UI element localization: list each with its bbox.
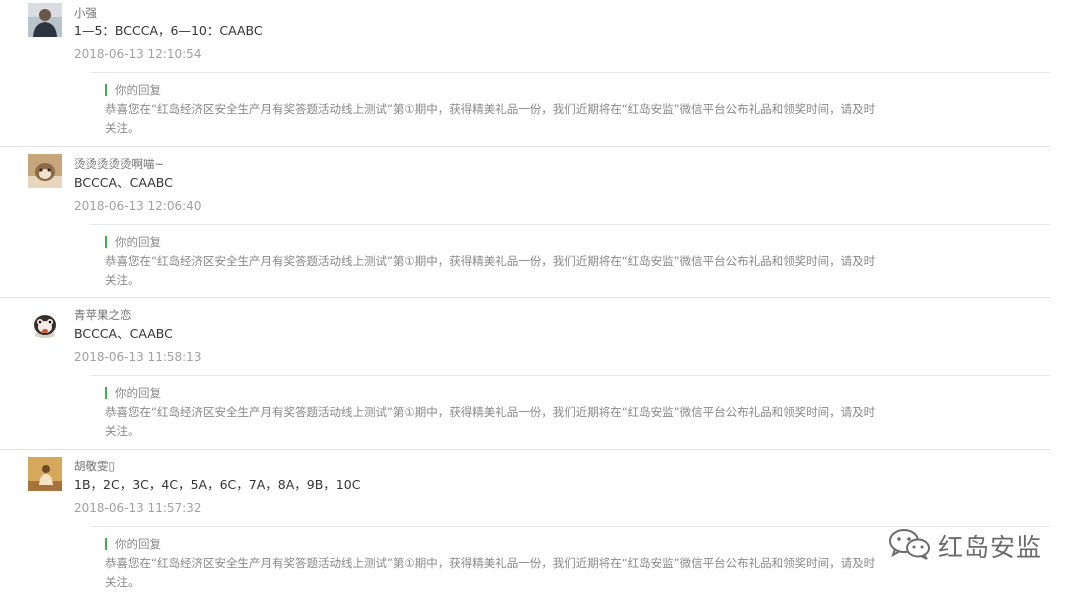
reply-text: 恭喜您在“红岛经济区安全生产月有奖答题活动线上测试”第①期中，获得精美礼品一份，… xyxy=(105,556,876,589)
wechat-icon xyxy=(888,527,932,565)
comment-nickname: 小强 xyxy=(74,6,97,20)
divider xyxy=(90,72,1050,73)
avatar[interactable] xyxy=(28,3,62,37)
reply-text: 恭喜您在“红岛经济区安全生产月有奖答题活动线上测试”第①期中，获得精美礼品一份，… xyxy=(105,405,876,438)
divider xyxy=(90,224,1050,225)
comment-time: 2018-06-13 11:58:13 xyxy=(74,350,202,364)
comment-content: BCCCA、CAABC xyxy=(74,175,173,190)
comment-nickname: 胡敬雯▯ xyxy=(74,459,115,473)
comment-divider xyxy=(0,146,1050,147)
reply-text: 恭喜您在“红岛经济区安全生产月有奖答题活动线上测试”第①期中，获得精美礼品一份，… xyxy=(105,102,876,135)
comment-divider xyxy=(0,449,1050,450)
avatar[interactable] xyxy=(28,306,62,340)
comment-content: 1B，2C，3C，4C，5A，6C，7A，8A，9B，10C xyxy=(74,477,361,492)
reply-indicator xyxy=(105,84,107,96)
reply-indicator xyxy=(105,387,107,399)
reply-label: 你的回复 xyxy=(115,83,161,97)
comment-content: BCCCA、CAABC xyxy=(74,326,173,341)
comment-nickname: 烫烫烫烫烫啊喵~ xyxy=(74,157,165,171)
comment-time: 2018-06-13 12:06:40 xyxy=(74,199,202,213)
watermark-text: 红岛安监 xyxy=(938,533,1043,562)
reply-text: 恭喜您在“红岛经济区安全生产月有奖答题活动线上测试”第①期中，获得精美礼品一份，… xyxy=(105,254,876,287)
avatar[interactable] xyxy=(28,457,62,491)
comment-nickname: 青苹果之恋 xyxy=(74,308,132,322)
divider xyxy=(90,375,1050,376)
comment-divider xyxy=(0,297,1050,298)
watermark: 红岛安监 xyxy=(888,526,1042,566)
reply-indicator xyxy=(105,538,107,550)
avatar[interactable] xyxy=(28,154,62,188)
reply-label: 你的回复 xyxy=(115,386,161,400)
comment-time: 2018-06-13 11:57:32 xyxy=(74,501,202,515)
reply-indicator xyxy=(105,236,107,248)
comment-content: 1—5：BCCCA，6—10：CAABC xyxy=(74,23,263,38)
comment-time: 2018-06-13 12:10:54 xyxy=(74,47,202,61)
reply-label: 你的回复 xyxy=(115,235,161,249)
reply-label: 你的回复 xyxy=(115,537,161,551)
